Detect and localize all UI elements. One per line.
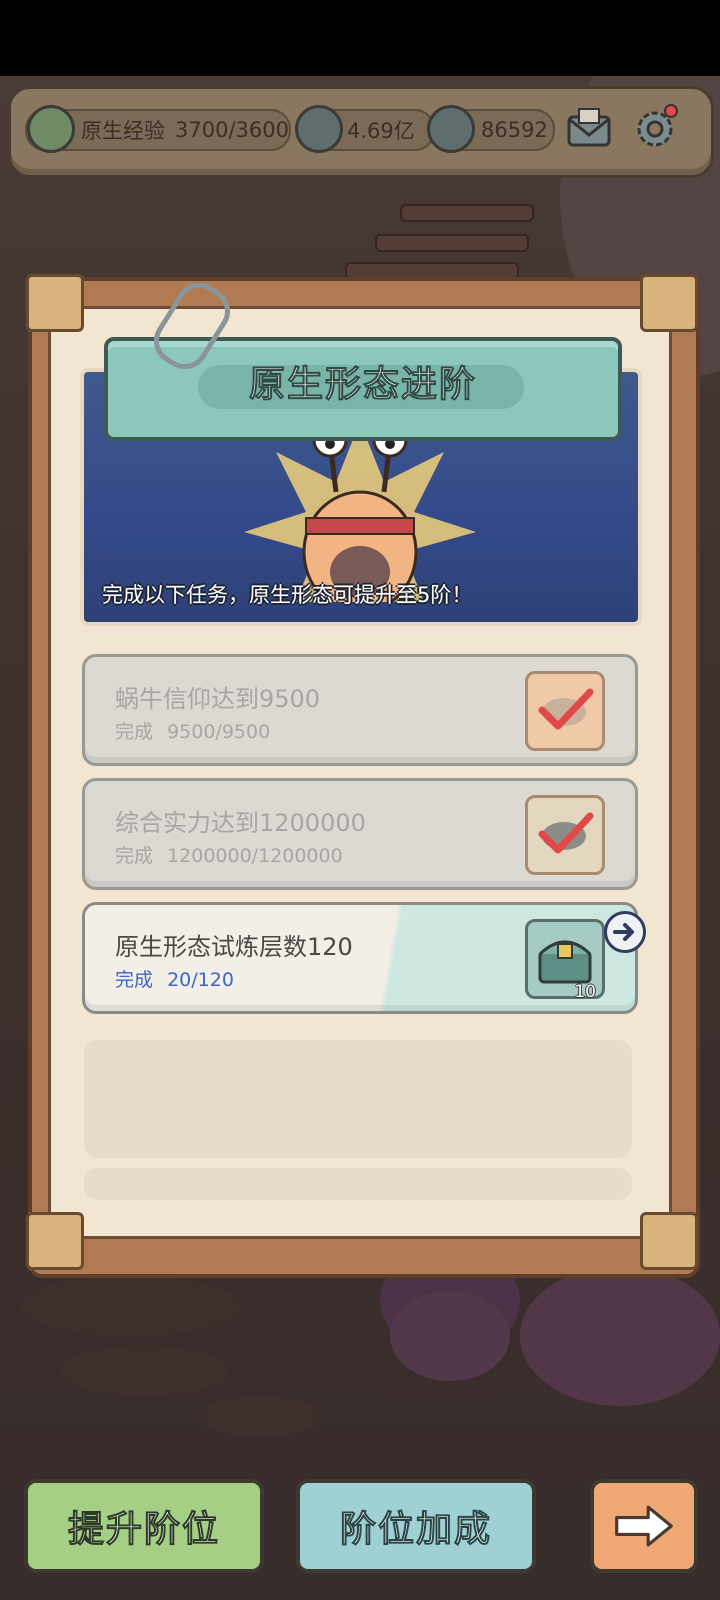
reward-slot[interactable]	[525, 795, 605, 875]
upgrade-rank-button[interactable]: 提升阶位	[24, 1479, 264, 1573]
banner-text: 完成以下任务，原生形态可提升至5阶！	[102, 583, 473, 607]
reward-slot[interactable]	[525, 671, 605, 751]
task-title: 蜗牛信仰达到9500	[115, 685, 321, 713]
currency1-value: 4.69亿	[347, 119, 415, 143]
exp-label: 原生经验	[81, 119, 165, 143]
arrow-right-icon[interactable]	[604, 911, 646, 953]
fish-check-icon	[538, 688, 594, 730]
next-button[interactable]	[590, 1479, 698, 1573]
empty-task-slot	[84, 1168, 632, 1200]
progress-label: 完成	[115, 845, 154, 867]
task-title: 综合实力达到1200000	[115, 809, 366, 837]
progress-label: 完成	[115, 969, 154, 991]
speech-bubble-icon	[295, 105, 343, 153]
task-title: 原生形态试炼层数120	[115, 933, 353, 961]
progress-value: 9500/9500	[167, 721, 271, 743]
upgrade-rank-label: 提升阶位	[67, 1508, 220, 1551]
mail-icon[interactable]	[565, 105, 613, 153]
task-progress: 完成 1200000/1200000	[115, 841, 343, 868]
progress-label: 完成	[115, 721, 154, 743]
snail-creature-illustration	[244, 422, 476, 602]
task-progress: 完成 20/120	[115, 965, 234, 992]
task-item[interactable]: 蜗牛信仰达到9500 完成 9500/9500	[82, 654, 638, 766]
reward-count: 10	[574, 982, 596, 1002]
frame-corner	[640, 274, 698, 332]
empty-task-slot	[84, 1040, 632, 1158]
progress-value: 20/120	[167, 969, 234, 991]
rank-bonus-button[interactable]: 阶位加成	[296, 1479, 536, 1573]
currency2-value: 86592	[481, 118, 548, 142]
gear-icon[interactable]	[631, 103, 679, 151]
eye-badge-icon	[27, 105, 75, 153]
task-item[interactable]: 原生形态试炼层数120 完成 20/120 10	[82, 902, 638, 1014]
frame-corner	[26, 1212, 84, 1270]
notification-dot	[664, 104, 678, 118]
rank-bonus-label: 阶位加成	[339, 1508, 492, 1551]
frame-corner	[26, 274, 84, 332]
exp-value: 3700/3600	[175, 118, 289, 142]
progress-value: 1200000/1200000	[167, 845, 343, 867]
task-progress: 完成 9500/9500	[115, 717, 270, 744]
speech-bubble-icon	[427, 105, 475, 153]
reward-slot[interactable]: 10	[525, 919, 605, 1002]
arrow-right-icon	[615, 1505, 673, 1547]
resource-bar: 原生经验 3700/3600 4.69亿 86592	[8, 86, 714, 178]
fish-check-icon	[538, 812, 594, 854]
task-item[interactable]: 综合实力达到1200000 完成 1200000/1200000	[82, 778, 638, 890]
frame-corner	[640, 1212, 698, 1270]
